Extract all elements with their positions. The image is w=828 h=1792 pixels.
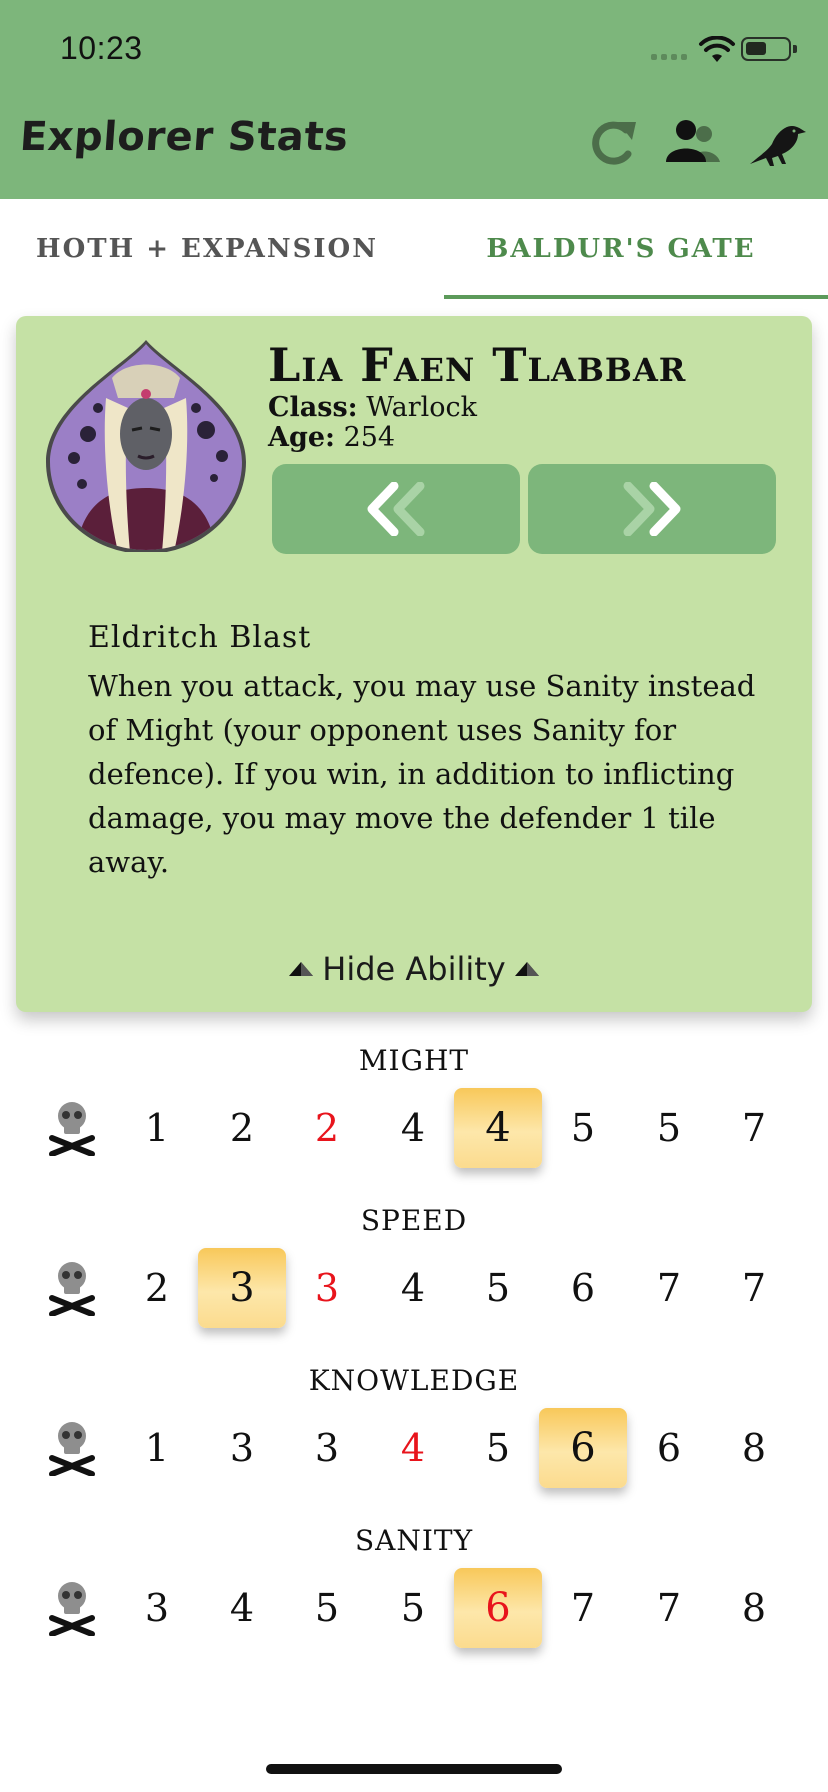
ability-description: When you attack, you may use Sanity inst… [88,669,756,879]
class-label: Class: [268,392,358,423]
character-class: Class: Warlock [268,392,477,423]
stat-value[interactable]: 5 [283,1568,371,1648]
cellular-signal-icon [651,54,687,60]
stat-track-might: MIGHT 1 2 2 4 4 5 5 7 [0,1044,828,1204]
stat-value[interactable]: 1 [113,1088,201,1168]
stat-track-speed: SPEED 2 3 3 4 5 6 7 7 [0,1204,828,1364]
home-indicator [266,1764,562,1774]
stat-value[interactable]: 3 [198,1408,286,1488]
stat-value[interactable]: 5 [539,1088,627,1168]
character-name: Lia Faen Tlabbar [268,338,687,392]
stat-value-current[interactable]: 6 [539,1408,627,1488]
stat-value[interactable]: 7 [710,1248,798,1328]
age-value: 254 [343,422,396,453]
skull-crossbones-icon [48,1580,96,1637]
class-value: Warlock [366,392,477,423]
tab-baldurs-gate[interactable]: BALDUR'S GATE [414,199,828,299]
stat-value[interactable]: 7 [625,1248,713,1328]
stat-value[interactable]: 8 [710,1568,798,1648]
stat-value[interactable]: 5 [625,1088,713,1168]
skull-crossbones-icon [48,1100,96,1157]
stat-value[interactable]: 2 [283,1088,371,1168]
stat-value[interactable]: 2 [113,1248,201,1328]
stat-value[interactable]: 2 [198,1088,286,1168]
character-card: Lia Faen Tlabbar Class: Warlock Age: 254… [16,316,812,1012]
stat-value[interactable]: 4 [369,1248,457,1328]
stat-value[interactable]: 4 [369,1408,457,1488]
stat-label: MIGHT [358,1044,470,1077]
caret-up-icon [514,962,539,976]
hide-ability-toggle[interactable]: Hide Ability [16,950,812,988]
age-label: Age: [268,422,335,453]
stat-value[interactable]: 4 [369,1088,457,1168]
stat-label: SANITY [354,1524,474,1557]
stat-value[interactable]: 4 [198,1568,286,1648]
stat-value[interactable]: 3 [113,1568,201,1648]
stat-label: KNOWLEDGE [308,1364,520,1397]
stat-track-knowledge: KNOWLEDGE 1 3 3 4 5 6 6 8 [0,1364,828,1524]
stat-value-current[interactable]: 6 [454,1568,542,1648]
wifi-icon [699,36,735,62]
stat-value[interactable]: 3 [283,1248,371,1328]
stat-value[interactable]: 5 [369,1568,457,1648]
stat-value[interactable]: 7 [710,1088,798,1168]
hide-ability-label: Hide Ability [322,950,506,988]
app-title: Explorer Stats [18,114,350,160]
caret-up-icon [289,962,314,976]
ability-title: Eldritch Blast [88,620,312,655]
stat-value[interactable]: 1 [113,1408,201,1488]
portrait-image [46,340,246,552]
double-chevron-right-icon [623,482,681,536]
stat-value[interactable]: 7 [539,1568,627,1648]
skull-crossbones-icon [48,1260,96,1317]
previous-character-button[interactable] [272,464,520,554]
stat-track-sanity: SANITY 3 4 5 5 6 7 7 8 [0,1524,828,1684]
stat-value[interactable]: 7 [625,1568,713,1648]
character-age: Age: 254 [268,422,395,453]
stat-value[interactable]: 3 [283,1408,371,1488]
tab-hoth-expansion[interactable]: HOTH + EXPANSION [0,199,414,299]
stat-value[interactable]: 8 [710,1408,798,1488]
double-chevron-left-icon [367,482,425,536]
app-header: 10:23 Explorer Stats [0,0,828,199]
stat-value[interactable]: 5 [454,1248,542,1328]
stat-label: SPEED [360,1204,468,1237]
next-character-button[interactable] [528,464,776,554]
stat-value-current[interactable]: 3 [198,1248,286,1328]
group-icon[interactable] [664,118,722,168]
stat-value[interactable]: 6 [539,1248,627,1328]
expansion-tabs: HOTH + EXPANSION BALDUR'S GATE [0,199,828,299]
skull-crossbones-icon [48,1420,96,1477]
stat-value[interactable]: 6 [625,1408,713,1488]
raven-icon[interactable] [748,118,808,168]
stat-value-current[interactable]: 4 [454,1088,542,1168]
status-time: 10:23 [60,30,143,66]
stat-value[interactable]: 5 [454,1408,542,1488]
refresh-icon[interactable] [588,118,640,168]
battery-icon [741,37,797,61]
